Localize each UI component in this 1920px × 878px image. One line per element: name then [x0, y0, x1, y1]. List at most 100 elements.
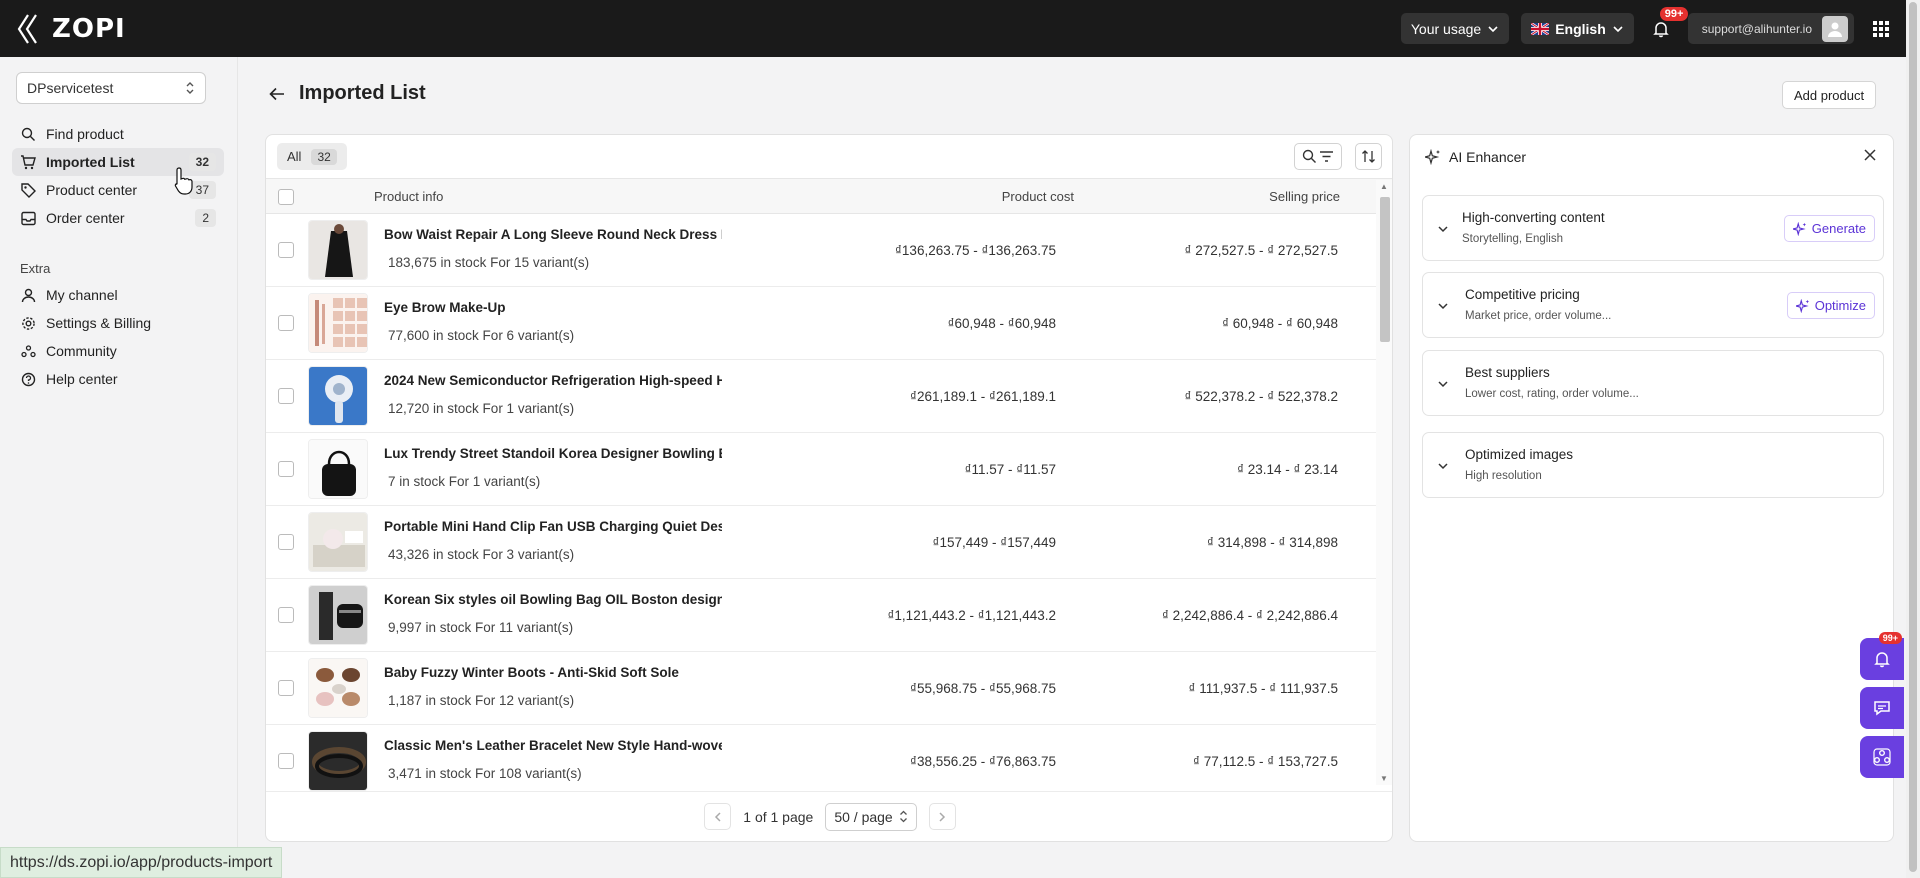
product-name[interactable]: Korean Six styles oil Bowling Bag OIL Bo…	[384, 592, 722, 607]
avatar	[1822, 15, 1848, 42]
floating-notification-button[interactable]: 99+	[1860, 632, 1904, 680]
apps-grid-button[interactable]	[1866, 13, 1896, 44]
usage-dropdown[interactable]: Your usage	[1400, 13, 1510, 44]
ai-card-high-converting-content[interactable]: High-converting content Storytelling, En…	[1422, 195, 1884, 261]
pagination: 1 of 1 page 50 / page	[266, 791, 1392, 841]
notification-button[interactable]: 99+	[1646, 7, 1689, 44]
column-header-product-cost: Product cost	[1001, 189, 1074, 204]
row-checkbox[interactable]	[278, 315, 294, 331]
table-row[interactable]: Lux Trendy Street Standoil Korea Designe…	[266, 433, 1378, 506]
store-select[interactable]: DPservicetest	[16, 72, 206, 104]
search-icon	[1302, 149, 1316, 163]
table-row[interactable]: Eye Brow Make-Up 77,600 in stock For 6 v…	[266, 287, 1378, 360]
top-bar: ZOPI Your usage English 99+ support@alih…	[0, 0, 1906, 57]
generate-button[interactable]: Generate	[1783, 215, 1875, 242]
scroll-down-icon[interactable]: ▼	[1380, 774, 1388, 783]
product-name[interactable]: Bow Waist Repair A Long Sleeve Round Nec…	[384, 227, 722, 242]
bell-icon	[1874, 652, 1890, 668]
ai-card-title: Competitive pricing	[1465, 287, 1580, 302]
table-scrollbar[interactable]: ▲ ▼	[1376, 180, 1392, 785]
add-product-button[interactable]: Add product	[1782, 81, 1877, 109]
uk-flag-icon	[1531, 22, 1550, 35]
chevron-down-icon[interactable]	[1437, 460, 1449, 472]
tab-all[interactable]: All 32	[277, 143, 347, 170]
sidebar-item-help-center[interactable]: Help center	[12, 365, 224, 393]
product-cost: ₫1,121,443.2 - ₫1,121,443.2	[887, 608, 1057, 623]
table-row[interactable]: Bow Waist Repair A Long Sleeve Round Nec…	[266, 214, 1378, 287]
next-page-button[interactable]	[928, 803, 956, 830]
sidebar-item-order-center[interactable]: Order center 2	[12, 204, 224, 232]
table-scrollbar-thumb[interactable]	[1380, 197, 1390, 342]
table-row[interactable]: Baby Fuzzy Winter Boots - Anti-Skid Soft…	[266, 652, 1378, 725]
row-checkbox[interactable]	[278, 534, 294, 550]
product-thumbnail[interactable]	[308, 439, 368, 499]
product-name[interactable]: Classic Men's Leather Bracelet New Style…	[384, 738, 722, 753]
bracelet-image-icon	[309, 732, 367, 790]
language-dropdown[interactable]: English	[1521, 13, 1634, 44]
chevron-down-icon	[1613, 25, 1623, 32]
prev-page-button[interactable]	[704, 803, 732, 830]
sidebar-item-label: Find product	[46, 126, 124, 142]
product-thumbnail[interactable]	[308, 220, 368, 280]
product-thumbnail[interactable]	[308, 512, 368, 572]
sidebar-item-my-channel[interactable]: My channel	[12, 281, 224, 309]
product-stock: 9,997 in stock For 11 variant(s)	[388, 620, 574, 635]
product-stock: 43,326 in stock For 3 variant(s)	[388, 547, 575, 562]
chevron-down-icon[interactable]	[1437, 223, 1449, 235]
chevron-right-icon	[939, 811, 946, 822]
user-menu[interactable]: support@alihunter.io	[1687, 13, 1854, 44]
row-checkbox[interactable]	[278, 461, 294, 477]
product-cost: ₫60,948 - ₫60,948	[947, 316, 1056, 331]
page-size-select[interactable]: 50 / page	[825, 802, 917, 831]
sidebar-item-community[interactable]: Community	[12, 337, 224, 365]
product-name[interactable]: Eye Brow Make-Up	[384, 300, 722, 315]
product-name[interactable]: Lux Trendy Street Standoil Korea Designe…	[384, 446, 722, 461]
table-row[interactable]: 2024 New Semiconductor Refrigeration Hig…	[266, 360, 1378, 433]
ai-card-subtitle: High resolution	[1465, 470, 1542, 482]
chevron-down-icon[interactable]	[1437, 378, 1449, 390]
floating-community-button[interactable]	[1860, 736, 1904, 778]
row-checkbox[interactable]	[278, 242, 294, 258]
close-icon[interactable]	[1863, 148, 1877, 162]
community-icon	[1873, 748, 1891, 766]
product-thumbnail[interactable]	[308, 293, 368, 353]
page-scrollbar[interactable]	[1906, 0, 1920, 878]
sparkle-icon	[1792, 221, 1806, 236]
product-name[interactable]: Portable Mini Hand Clip Fan USB Charging…	[384, 519, 722, 534]
select-all-checkbox[interactable]	[278, 189, 294, 205]
column-header-selling-price: Selling price	[1269, 189, 1340, 204]
sort-button[interactable]	[1355, 143, 1382, 170]
sort-icon	[1362, 150, 1375, 163]
floating-chat-button[interactable]	[1860, 687, 1904, 729]
row-checkbox[interactable]	[278, 388, 294, 404]
ai-card-optimized-images[interactable]: Optimized images High resolution	[1422, 432, 1884, 498]
product-rows: Bow Waist Repair A Long Sleeve Round Nec…	[266, 214, 1378, 794]
ai-card-best-suppliers[interactable]: Best suppliers Lower cost, rating, order…	[1422, 350, 1884, 416]
table-row[interactable]: Classic Men's Leather Bracelet New Style…	[266, 725, 1378, 794]
page-scrollbar-thumb[interactable]	[1909, 2, 1917, 872]
product-thumbnail[interactable]	[308, 366, 368, 426]
ai-card-competitive-pricing[interactable]: Competitive pricing Market price, order …	[1422, 272, 1884, 338]
mouse-cursor-icon	[174, 167, 193, 195]
sidebar-item-settings-billing[interactable]: Settings & Billing	[12, 309, 224, 337]
row-checkbox[interactable]	[278, 607, 294, 623]
table-row[interactable]: Korean Six styles oil Bowling Bag OIL Bo…	[266, 579, 1378, 652]
sidebar-item-label: Order center	[46, 210, 125, 226]
scroll-up-icon[interactable]: ▲	[1380, 182, 1388, 191]
ai-enhancer-header: AI Enhancer	[1410, 135, 1893, 178]
row-checkbox[interactable]	[278, 680, 294, 696]
back-arrow-icon[interactable]	[269, 87, 285, 101]
sidebar-item-find-product[interactable]: Find product	[12, 120, 224, 148]
product-thumbnail[interactable]	[308, 658, 368, 718]
search-filter-button[interactable]	[1294, 143, 1342, 170]
product-thumbnail[interactable]	[308, 585, 368, 645]
product-name[interactable]: Baby Fuzzy Winter Boots - Anti-Skid Soft…	[384, 665, 722, 680]
filter-tabs: All 32	[266, 135, 1392, 178]
chevron-down-icon[interactable]	[1437, 300, 1449, 312]
table-row[interactable]: Portable Mini Hand Clip Fan USB Charging…	[266, 506, 1378, 579]
product-thumbnail[interactable]	[308, 731, 368, 791]
row-checkbox[interactable]	[278, 753, 294, 769]
product-name[interactable]: 2024 New Semiconductor Refrigeration Hig…	[384, 373, 722, 388]
logo[interactable]: ZOPI	[16, 13, 126, 45]
optimize-button[interactable]: Optimize	[1786, 292, 1875, 319]
